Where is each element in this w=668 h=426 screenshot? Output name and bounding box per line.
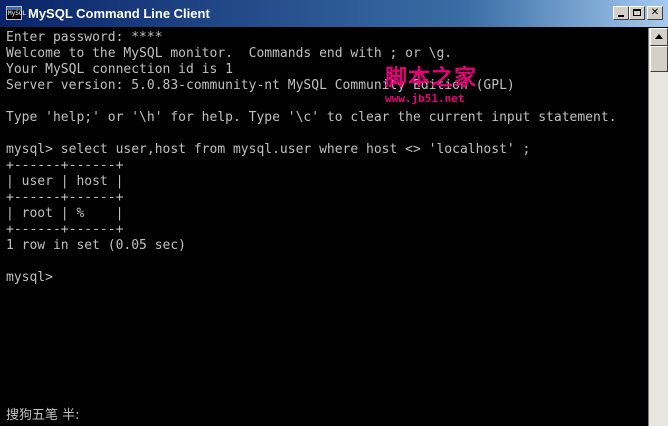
maximize-button[interactable]	[629, 6, 645, 20]
console-prompt: mysql>	[6, 270, 53, 285]
console-line: mysql> select user,host from mysql.user …	[6, 142, 531, 157]
console-icon-label: MySQL	[8, 10, 27, 17]
scroll-up-button[interactable]	[650, 28, 668, 46]
watermark-url: www.jb51.net	[385, 92, 465, 105]
vertical-scrollbar[interactable]	[648, 28, 668, 426]
console-line: Your MySQL connection id is 1	[6, 62, 233, 77]
console-line: 1 row in set (0.05 sec)	[6, 238, 187, 253]
close-icon: ✕	[650, 7, 660, 18]
console-line: | user | host |	[6, 174, 124, 189]
close-button[interactable]: ✕	[647, 6, 663, 20]
title-bar[interactable]: MySQL MySQL Command Line Client ✕	[0, 0, 668, 28]
scrollbar-thumb[interactable]	[650, 46, 668, 72]
console-line: Type 'help;' or '\h' for help. Type '\c'…	[6, 110, 617, 125]
ime-status-bar[interactable]: 搜狗五笔 半:	[6, 408, 80, 424]
console-line: +------+------+	[6, 190, 124, 205]
console-line: +------+------+	[6, 222, 124, 237]
arrow-up-icon	[655, 34, 663, 39]
console-output[interactable]: Enter password: **** Welcome to the MySQ…	[6, 30, 646, 426]
mysql-console-window: MySQL MySQL Command Line Client ✕ Enter …	[0, 0, 668, 426]
console-line: +------+------+	[6, 158, 124, 173]
window-title: MySQL Command Line Client	[28, 6, 210, 21]
minimize-icon	[618, 15, 624, 17]
watermark-text: 脚本之家	[385, 65, 478, 91]
console-line: | root | % |	[6, 206, 124, 221]
console-line: Enter password: ****	[6, 30, 163, 45]
minimize-button[interactable]	[613, 6, 629, 20]
console-icon[interactable]: MySQL	[6, 6, 26, 20]
maximize-icon	[633, 9, 641, 16]
